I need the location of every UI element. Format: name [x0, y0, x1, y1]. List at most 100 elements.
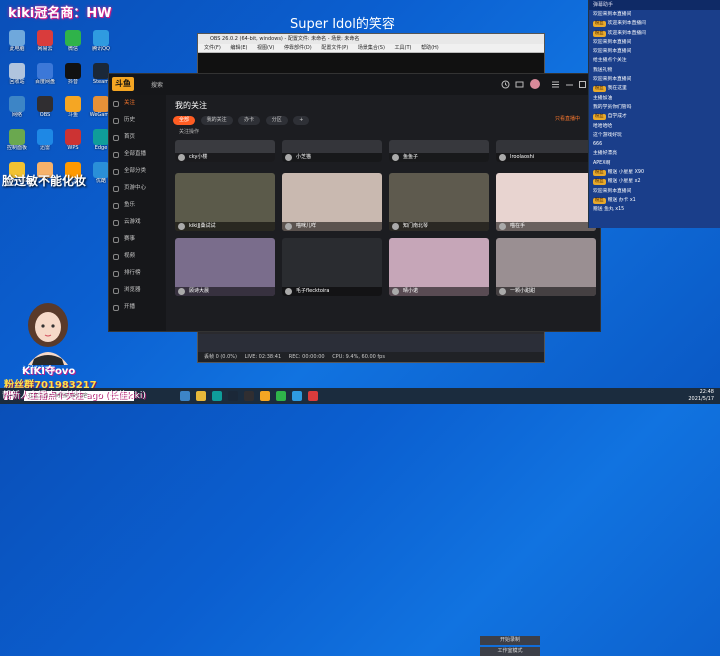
filter-my-follow[interactable]: 我的关注: [200, 116, 233, 125]
sidebar-item-icon: [113, 203, 119, 209]
stream-card[interactable]: kikiJJ桑试试: [175, 173, 275, 231]
sidebar-item[interactable]: 全部直播: [109, 146, 166, 163]
desktop-icon[interactable]: 回收站: [4, 63, 30, 97]
streamer-avatar: [285, 154, 292, 161]
sidebar-item[interactable]: 浏览器: [109, 282, 166, 299]
chat-message-text: 赠送 小星星 X90: [607, 170, 645, 176]
taskbar-clock[interactable]: 22:48 2021/5/17: [688, 389, 714, 403]
stream-card[interactable]: 毛子flecktoira: [282, 238, 382, 296]
stream-title: kiki冠名商：HW: [8, 6, 112, 21]
sidebar-item-icon: [113, 186, 119, 192]
obs-menu-docks[interactable]: 停靠部件(D): [284, 45, 312, 51]
obs-icon[interactable]: [244, 391, 254, 401]
obs-menu-scenes[interactable]: 场景集合(S): [358, 45, 385, 51]
stream-card[interactable]: 喵咪儿咩: [282, 173, 382, 231]
sidebar-item[interactable]: 全部分类: [109, 163, 166, 180]
obs-menu-profile[interactable]: 配置文件(P): [321, 45, 348, 51]
edge-icon[interactable]: [212, 391, 222, 401]
message-icon[interactable]: [515, 80, 524, 89]
streamer-name: 晴小诺: [403, 288, 419, 294]
live-only-toggle[interactable]: 只看直播中: [555, 115, 580, 122]
douyu-icon[interactable]: [260, 391, 270, 401]
stream-card[interactable]: 小芝猫: [282, 140, 382, 162]
obs-menu-tools[interactable]: 工具(T): [395, 45, 412, 51]
qq-icon[interactable]: [292, 391, 302, 401]
desktop-icon[interactable]: 此电脑: [4, 30, 30, 64]
obs-titlebar[interactable]: OBS 26.0.2 (64-bit, windows) - 配置文件: 未命名…: [198, 34, 544, 44]
obs-menu-file[interactable]: 文件(F): [204, 45, 221, 51]
stream-caption: 小芝猫: [282, 153, 382, 162]
menu-icon[interactable]: [551, 80, 560, 89]
app-icon: [37, 129, 53, 145]
obs-menu-edit[interactable]: 编辑(E): [230, 45, 247, 51]
desktop-icon[interactable]: 抖音: [60, 63, 86, 97]
desktop-icon[interactable]: OBS: [32, 96, 58, 130]
stream-card[interactable]: Iroolaoshi: [496, 140, 596, 162]
desktop-icon-label: 抖音: [67, 79, 78, 85]
streamer-avatar: [392, 154, 399, 161]
user-avatar[interactable]: [530, 79, 540, 89]
sidebar-item[interactable]: 云游戏: [109, 214, 166, 231]
sidebar-item[interactable]: 开播: [109, 299, 166, 316]
fan-badge: 粉丝: [593, 21, 606, 28]
chat-message: 我送礼物: [589, 66, 720, 75]
filter-category[interactable]: 分区: [265, 116, 288, 125]
chat-message: 欢迎来到本直播间: [589, 47, 720, 56]
stream-card[interactable]: cky小楼: [175, 140, 275, 162]
sidebar-item[interactable]: 鱼乐: [109, 197, 166, 214]
app-logo[interactable]: 斗鱼: [112, 77, 134, 91]
sidebar-item[interactable]: 排行榜: [109, 265, 166, 282]
obs-menu-view[interactable]: 视图(V): [257, 45, 274, 51]
sidebar-item-label: 赛事: [124, 236, 136, 242]
fan-badge: 粉丝: [593, 170, 606, 177]
stream-card[interactable]: 知门南北琴: [389, 173, 489, 231]
app-icon: [37, 30, 53, 46]
steam-icon[interactable]: [228, 391, 238, 401]
stream-caption: 毛子flecktoira: [282, 287, 382, 296]
filter-add[interactable]: +: [293, 116, 310, 125]
filter-card[interactable]: 办卡: [238, 116, 261, 125]
desktop-icon[interactable]: 斗鱼: [60, 96, 86, 130]
desktop-icon[interactable]: 微信: [60, 30, 86, 64]
chat-message-text: 欢迎来到本直播间: [607, 30, 646, 36]
filter-all[interactable]: 全部: [173, 116, 196, 125]
sidebar-item[interactable]: 首页: [109, 129, 166, 146]
desktop-icon[interactable]: 百度网盘: [32, 63, 58, 97]
maximize-icon[interactable]: [578, 80, 587, 89]
manage-follow-button[interactable]: 关注操作: [179, 128, 199, 135]
netease-music-icon[interactable]: [308, 391, 318, 401]
desktop-icon-label: WPS: [67, 145, 79, 151]
sidebar-item[interactable]: 历史: [109, 112, 166, 129]
stream-card[interactable]: 晴小诺: [389, 238, 489, 296]
chat-message-text: 欢迎来到本直播间: [593, 12, 632, 17]
stream-card[interactable]: 喵在手: [496, 173, 596, 231]
app-icon: [37, 63, 53, 79]
sidebar-item-icon: [113, 220, 119, 226]
douyu-app-window[interactable]: 斗鱼 搜索 关注 历史 首页 全部直播 全部分类 页游中心 鱼乐 云游戏赛事视频 排行榜 浏览器开…: [108, 73, 601, 332]
sidebar-item[interactable]: 页游中心: [109, 180, 166, 197]
app-search-input[interactable]: 搜索: [151, 80, 163, 89]
obs-menu-help[interactable]: 帮助(H): [421, 45, 439, 51]
start-recording-button[interactable]: 开始录制: [480, 636, 540, 645]
wechat-icon[interactable]: [276, 391, 286, 401]
task-view-icon[interactable]: [180, 391, 190, 401]
desktop-icon[interactable]: WPS: [60, 129, 86, 163]
history-icon[interactable]: [501, 80, 510, 89]
file-explorer-icon[interactable]: [196, 391, 206, 401]
sidebar-item[interactable]: 关注: [109, 95, 166, 112]
desktop-icon[interactable]: 迅雷: [32, 129, 58, 163]
desktop-icon[interactable]: 网络: [4, 96, 30, 130]
desktop-icon[interactable]: 控制面板: [4, 129, 30, 163]
stream-caption: 一颗小甜甜: [496, 287, 596, 296]
stream-card[interactable]: 鱼鱼子: [389, 140, 489, 162]
studio-mode-button[interactable]: 工作室模式: [480, 647, 540, 656]
desktop-icon[interactable]: 腾讯QQ: [88, 30, 114, 64]
desktop-icon[interactable]: 网易云: [32, 30, 58, 64]
chat-message-text: 欢迎来到本直播间: [593, 77, 632, 83]
stream-card[interactable]: 一颗小甜甜: [496, 238, 596, 296]
stream-card[interactable]: 顾诗大晨: [175, 238, 275, 296]
sidebar-item[interactable]: 视频: [109, 248, 166, 265]
cpu-usage: CPU: 9.4%, 60.00 fps: [332, 354, 385, 360]
sidebar-item[interactable]: 赛事: [109, 231, 166, 248]
minimize-icon[interactable]: [565, 80, 574, 89]
